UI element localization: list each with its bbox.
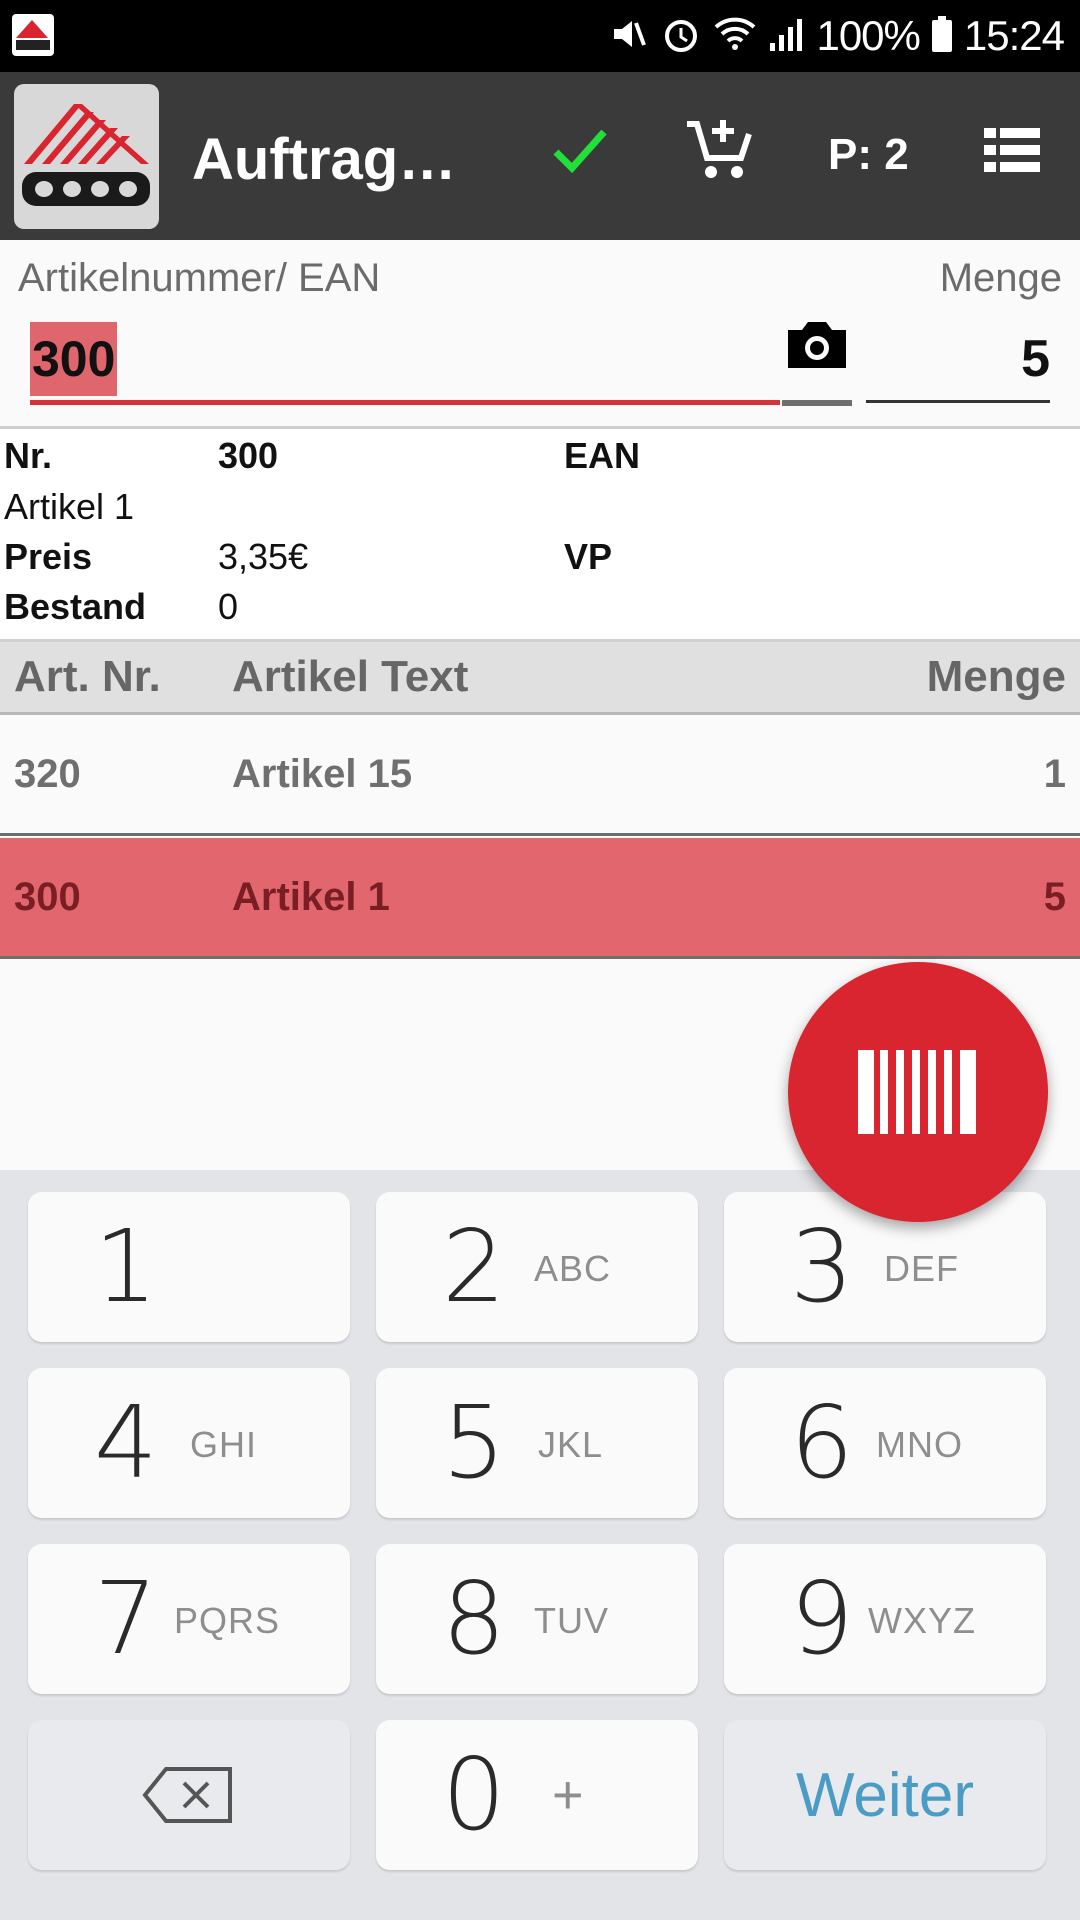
header-art-nr: Art. Nr. (14, 652, 161, 701)
article-detail: Nr. 300 EAN Artikel 1 Preis 3,35€ VP Bes… (0, 429, 1080, 642)
table-header: Art. Nr. Artikel Text Menge (0, 642, 1080, 715)
key-digit: 7 (94, 1560, 158, 1677)
list-icon (984, 126, 1040, 179)
row-qty: 1 (1043, 752, 1066, 796)
price-value: 3,35€ (218, 536, 309, 577)
article-number-label: Artikelnummer/ EAN (18, 256, 381, 300)
wifi-icon (712, 13, 758, 60)
camera-button[interactable] (782, 310, 852, 406)
key-0[interactable]: 0 + (376, 1720, 698, 1870)
confirm-button[interactable] (540, 102, 620, 202)
key-digit: 1 (94, 1208, 158, 1325)
ean-label: EAN (564, 435, 641, 476)
key-4[interactable]: 4 GHI (28, 1368, 350, 1518)
vp-label: VP (564, 536, 613, 577)
key-letters: DEF (884, 1248, 959, 1289)
stock-value: 0 (218, 586, 239, 627)
article-number-input[interactable]: 300 (30, 318, 780, 405)
table-row-selected[interactable]: 300 Artikel 1 5 (0, 838, 1080, 959)
key-8[interactable]: 8 TUV (376, 1544, 698, 1694)
quantity-label: Menge (939, 256, 1062, 300)
page-title: Auftragserfassung (192, 127, 482, 192)
header-artikel-text: Artikel Text (232, 652, 469, 701)
scan-barcode-button[interactable] (788, 962, 1048, 1222)
battery-icon (930, 13, 954, 60)
key-digit: 4 (94, 1384, 158, 1501)
position-count: P: 2 (828, 130, 909, 179)
next-button[interactable]: Weiter (724, 1720, 1046, 1870)
key-digit: 6 (790, 1384, 854, 1501)
key-6[interactable]: 6 MNO (724, 1368, 1046, 1518)
barcode-icon (854, 1044, 982, 1145)
key-7[interactable]: 7 PQRS (28, 1544, 350, 1694)
table-row[interactable]: 320 Artikel 15 1 (0, 715, 1080, 836)
stock-label: Bestand (4, 586, 147, 627)
key-letters: WXYZ (868, 1600, 976, 1641)
row-text: Artikel 15 (232, 752, 413, 796)
key-1[interactable]: 1 (28, 1192, 350, 1342)
signal-icon (768, 13, 806, 60)
nr-label: Nr. (4, 435, 53, 476)
battery-percent: 100% (816, 12, 920, 59)
key-digit: 0 (442, 1736, 506, 1853)
key-digit: 5 (442, 1384, 506, 1501)
key-digit: 2 (442, 1208, 506, 1325)
check-icon (548, 118, 612, 187)
status-bar: 100% 15:24 (0, 0, 1080, 72)
key-letters: TUV (534, 1600, 609, 1641)
key-letters: JKL (538, 1424, 604, 1465)
row-text: Artikel 1 (232, 875, 390, 919)
key-9[interactable]: 9 WXYZ (724, 1544, 1046, 1694)
key-5[interactable]: 5 JKL (376, 1368, 698, 1518)
article-number-value: 300 (30, 322, 118, 396)
row-qty: 5 (1043, 875, 1066, 919)
app-notification-icon (12, 14, 54, 56)
key-digit: 3 (790, 1208, 854, 1325)
camera-icon (782, 322, 852, 384)
app-toolbar: Auftragserfassung P: 2 (0, 72, 1080, 240)
nr-value: 300 (218, 435, 279, 476)
mute-icon (608, 13, 650, 60)
key-letters: PQRS (174, 1600, 281, 1641)
add-to-cart-icon (683, 114, 755, 191)
backspace-key[interactable] (28, 1720, 350, 1870)
key-digit: 8 (442, 1560, 506, 1677)
list-button[interactable] (976, 102, 1048, 202)
alarm-icon (660, 13, 702, 60)
key-plus: + (552, 1765, 585, 1825)
article-name: Artikel 1 (4, 486, 135, 527)
key-letters: ABC (534, 1248, 612, 1289)
backspace-icon (142, 1766, 234, 1829)
app-logo[interactable] (14, 84, 159, 229)
key-digit: 9 (790, 1560, 854, 1677)
clock: 15:24 (963, 12, 1065, 59)
row-art-nr: 300 (14, 875, 81, 919)
quantity-input[interactable]: 5 (866, 318, 1050, 403)
article-input-section: Artikelnummer/ EAN Menge 300 5 (0, 240, 1080, 429)
header-menge: Menge (926, 652, 1066, 701)
numeric-keypad: 1 2 ABC 3 DEF 4 GHI 5 JKL 6 MNO 7 PQRS 8… (0, 1170, 1080, 1920)
key-letters: MNO (876, 1424, 963, 1465)
row-art-nr: 320 (14, 752, 81, 796)
price-label: Preis (4, 536, 93, 577)
key-letters: GHI (190, 1424, 258, 1465)
key-2[interactable]: 2 ABC (376, 1192, 698, 1342)
add-to-cart-button[interactable] (676, 102, 762, 202)
next-label: Weiter (795, 1761, 974, 1830)
